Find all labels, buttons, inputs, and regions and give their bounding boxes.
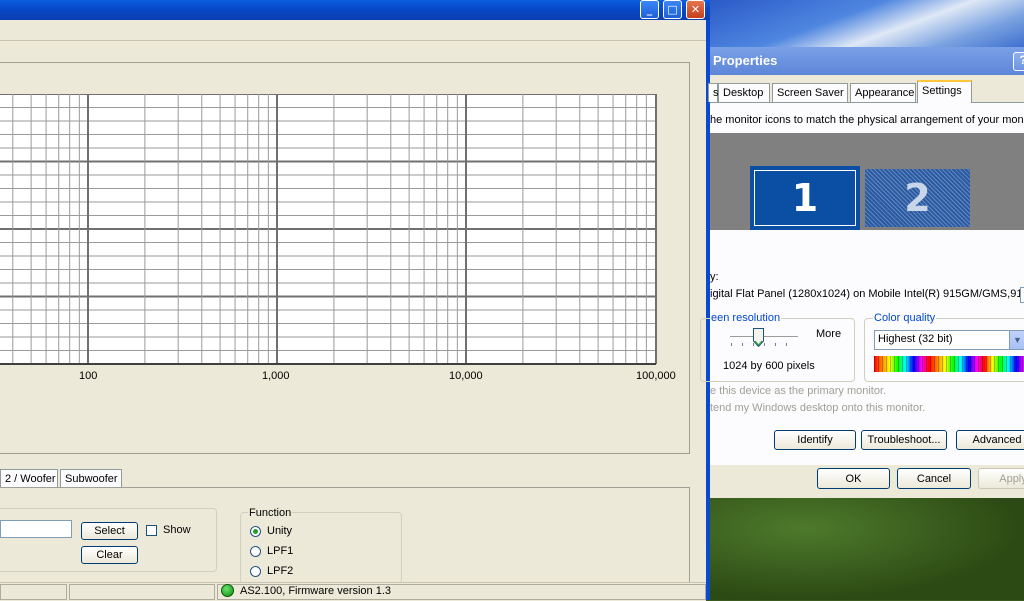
connection-status-icon (221, 584, 234, 597)
desktop-wallpaper (710, 498, 1024, 600)
color-quality-legend: Color quality (873, 312, 937, 324)
clear-button[interactable]: Clear (81, 546, 138, 564)
tab-woofer[interactable]: 2 / Woofer (0, 469, 58, 488)
dialog-title: Properties (713, 53, 778, 68)
radio-lpf1-label: LPF1 (267, 545, 294, 557)
resolution-value: 1024 by 600 pixels (723, 360, 815, 372)
color-quality-group (864, 318, 1024, 382)
function-legend: Function (248, 507, 293, 519)
minimize-button[interactable]: _ (640, 0, 659, 19)
close-button[interactable]: ✕ (686, 0, 705, 19)
firmware-status-text: AS2.100, Firmware version 1.3 (240, 585, 392, 597)
frequency-response-graph (0, 94, 657, 365)
minimize-icon: _ (646, 3, 653, 16)
dialog-title-bar[interactable]: Properties ? (710, 47, 1024, 75)
resolution-slider-thumb[interactable] (752, 328, 764, 348)
file-input[interactable] (0, 520, 72, 538)
maximize-button[interactable]: □ (663, 0, 682, 19)
show-checkbox[interactable] (146, 525, 157, 536)
x-tick-label: 1,000 (262, 370, 290, 382)
tab-appearance[interactable]: Appearance (850, 83, 916, 102)
identify-button[interactable]: Identify (774, 430, 856, 450)
desktop-wallpaper (710, 0, 1024, 47)
tab-settings[interactable]: Settings (917, 80, 972, 103)
display-label: y: (710, 271, 719, 283)
screen-resolution-legend: een resolution (710, 312, 782, 324)
apply-button[interactable]: Apply (978, 468, 1024, 489)
function-group (240, 512, 402, 584)
radio-lpf2[interactable] (250, 566, 261, 577)
instructions-text: he monitor icons to match the physical a… (710, 114, 1024, 126)
display-device-text: igital Flat Panel (1280x1024) on Mobile … (710, 288, 1024, 300)
status-cell (0, 584, 67, 600)
maximize-icon: □ (667, 3, 678, 16)
color-spectrum-preview (874, 356, 1024, 372)
monitor-2[interactable]: 2 (865, 169, 970, 227)
resolution-slider-ticks (731, 343, 797, 346)
close-icon: ✕ (690, 3, 701, 16)
display-field-edge (1020, 287, 1024, 303)
app-title-bar[interactable]: _ □ ✕ (0, 0, 710, 20)
primary-monitor-checkbox-label: e this device as the primary monitor. (710, 385, 887, 397)
app-window: _ □ ✕ 100 1,000 10,000 100,000 2 / Woofe… (0, 0, 710, 601)
resolution-more-label: More (816, 328, 842, 340)
tab-subwoofer[interactable]: Subwoofer (60, 469, 122, 488)
tab-desktop[interactable]: Desktop (718, 83, 770, 102)
ok-button[interactable]: OK (817, 468, 890, 489)
x-tick-label: 100,000 (636, 370, 676, 382)
radio-unity[interactable] (250, 526, 261, 537)
radio-lpf1[interactable] (250, 546, 261, 557)
tab-screen-saver[interactable]: Screen Saver (772, 83, 848, 102)
extend-desktop-checkbox-label: tend my Windows desktop onto this monito… (710, 402, 926, 414)
radio-unity-label: Unity (267, 525, 293, 537)
cancel-button[interactable]: Cancel (897, 468, 971, 489)
color-quality-select[interactable]: Highest (32 bit) (874, 330, 1024, 350)
x-tick-label: 10,000 (449, 370, 483, 382)
help-button[interactable]: ? (1013, 52, 1024, 71)
select-button[interactable]: Select (81, 522, 138, 540)
chevron-down-icon[interactable]: ▼ (1009, 331, 1024, 349)
color-quality-value: Highest (32 bit) (878, 333, 953, 345)
x-tick-label: 100 (79, 370, 98, 382)
troubleshoot-button[interactable]: Troubleshoot... (861, 430, 947, 450)
advanced-button[interactable]: Advanced (956, 430, 1024, 450)
monitor-1[interactable]: 1 (750, 166, 860, 230)
show-label: Show (163, 524, 191, 536)
tab-themes[interactable]: s (708, 83, 719, 102)
radio-lpf2-label: LPF2 (267, 565, 294, 577)
resolution-slider-track (730, 336, 798, 340)
status-cell (69, 584, 215, 600)
menu-divider (0, 40, 706, 41)
